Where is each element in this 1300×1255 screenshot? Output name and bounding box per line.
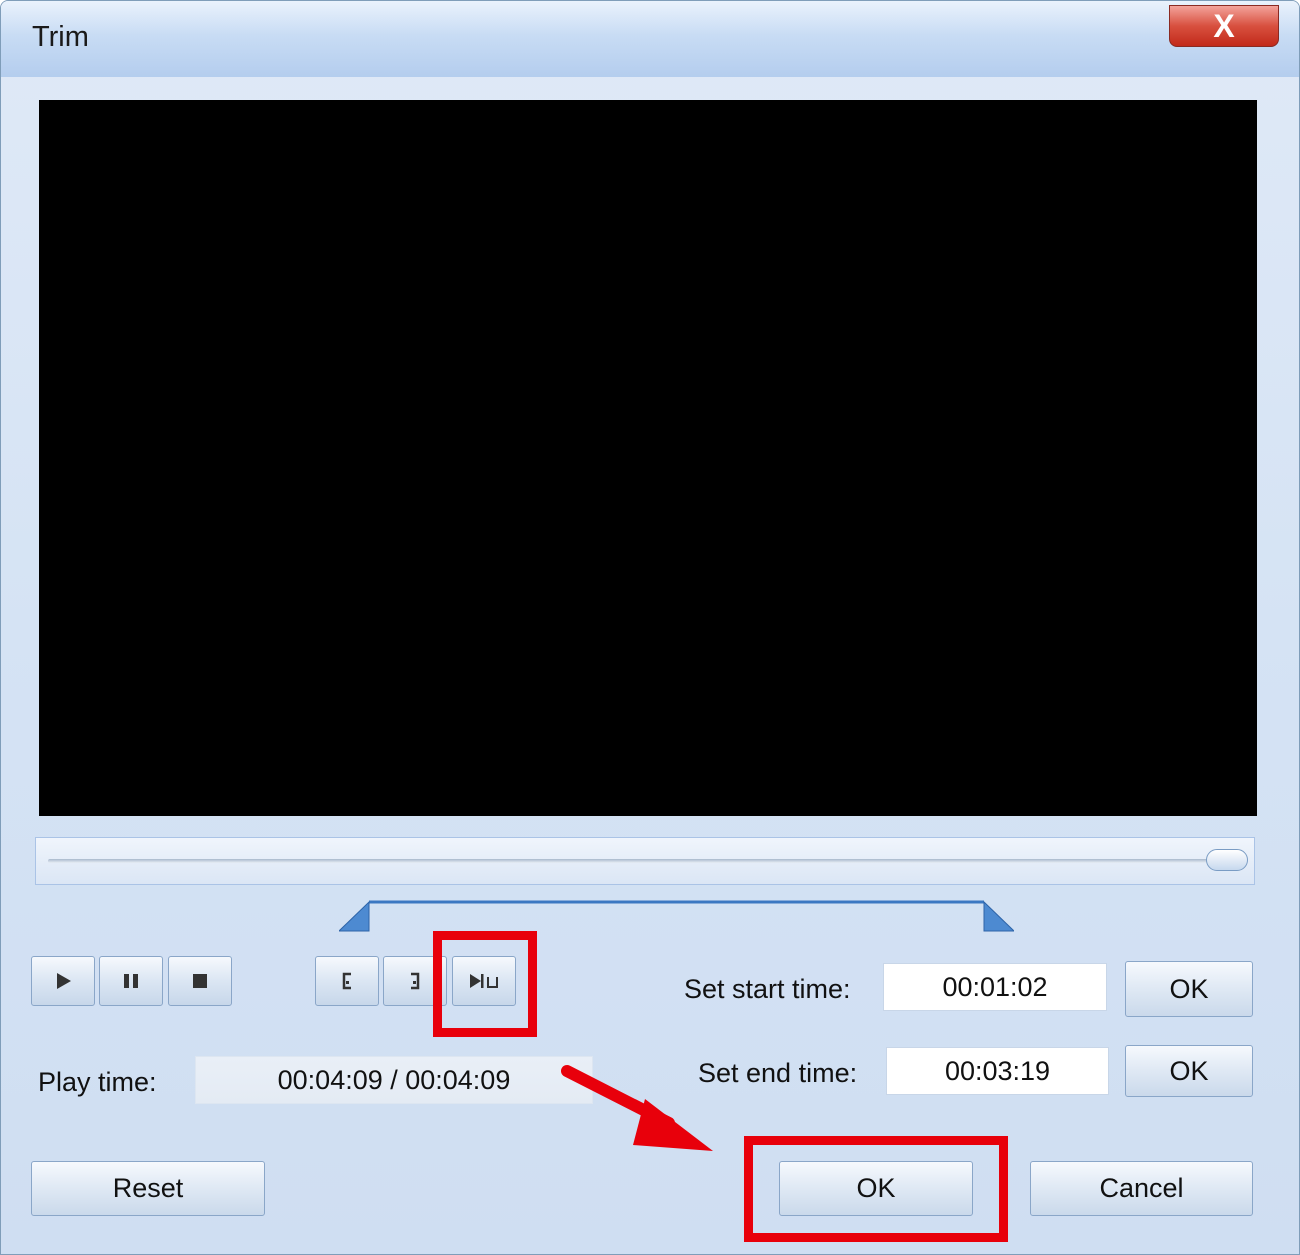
play-button[interactable]: [31, 956, 95, 1006]
highlight-play-selection: [433, 931, 537, 1037]
title-bar: Trim X: [1, 1, 1299, 77]
seek-thumb[interactable]: [1206, 849, 1248, 871]
end-time-label: Set end time:: [698, 1058, 858, 1088]
end-time-ok-button[interactable]: OK: [1125, 1045, 1253, 1097]
pause-button[interactable]: [99, 956, 163, 1006]
mark-start-icon: [316, 957, 378, 1005]
highlight-ok-button: [744, 1136, 1008, 1242]
play-icon: [32, 957, 94, 1005]
play-time-value: 00:04:09 / 00:04:09: [195, 1056, 593, 1104]
trim-range-bar: [339, 900, 1014, 932]
reset-button[interactable]: Reset: [31, 1161, 265, 1216]
seek-track: [48, 859, 1238, 863]
start-time-label: Set start time:: [684, 974, 851, 1004]
cancel-button[interactable]: Cancel: [1030, 1161, 1253, 1216]
annotation-arrow: [561, 1065, 713, 1151]
close-button[interactable]: X: [1169, 5, 1279, 47]
stop-icon: [169, 957, 231, 1005]
mark-start-button[interactable]: [315, 956, 379, 1006]
video-preview: [39, 100, 1257, 816]
seek-slider[interactable]: [35, 837, 1255, 885]
stop-button[interactable]: [168, 956, 232, 1006]
trim-dialog: Trim X Set start time: 00:01:02 OK Set e…: [0, 0, 1300, 1255]
trim-start-handle[interactable]: [339, 900, 370, 932]
trim-end-handle[interactable]: [983, 900, 1014, 932]
start-time-field[interactable]: 00:01:02: [883, 963, 1107, 1011]
pause-icon: [100, 957, 162, 1005]
start-time-ok-button[interactable]: OK: [1125, 961, 1253, 1017]
close-icon: X: [1213, 8, 1235, 44]
window-title: Trim: [32, 21, 89, 53]
end-time-field[interactable]: 00:03:19: [886, 1047, 1109, 1095]
play-time-label: Play time:: [38, 1067, 157, 1097]
